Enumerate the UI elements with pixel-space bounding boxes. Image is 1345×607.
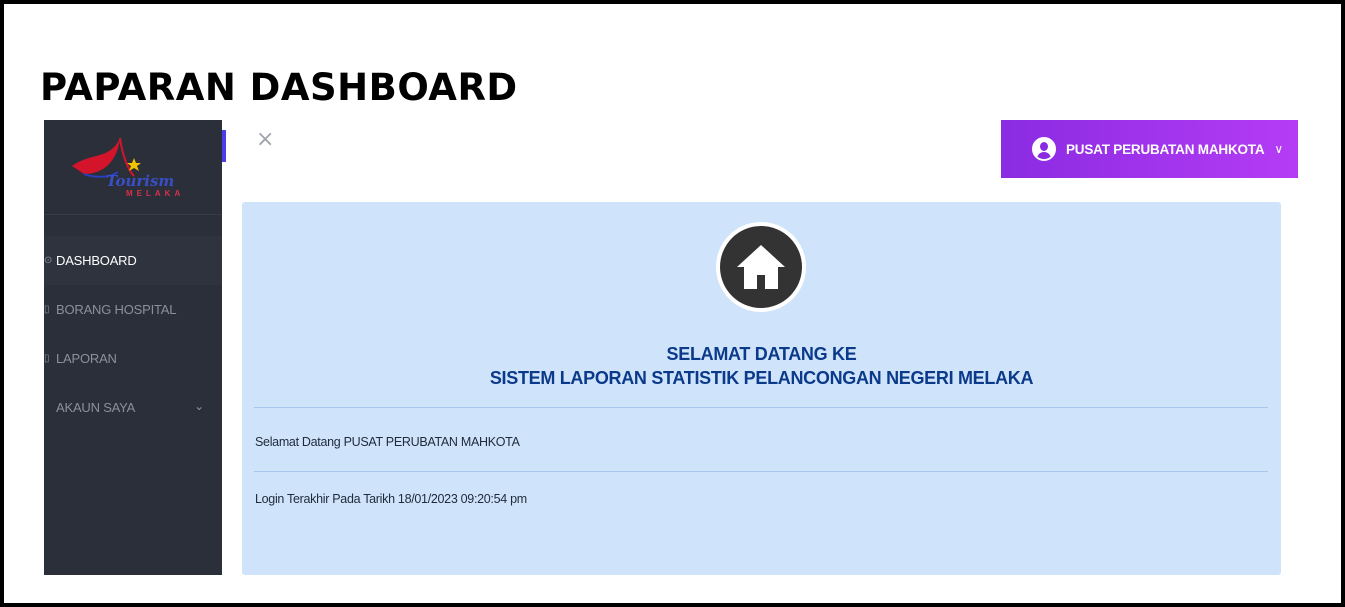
sidebar-menu: ⊙ DASHBOARD ▯ BORANG HOSPITAL ▯ LAPORAN … [44,236,222,432]
sidebar-item-label: AKAUN SAYA [56,400,136,415]
sidebar: Tourism MELAKA ⊙ DASHBOARD ▯ BORANG HOSP… [44,120,222,575]
sidebar-item-label: BORANG HOSPITAL [56,302,177,317]
divider [254,471,1268,472]
user-menu-button[interactable]: PUSAT PERUBATAN MAHKOTA ∨ [1001,120,1298,178]
sidebar-item-label: LAPORAN [56,351,117,366]
active-tab-indicator [222,130,226,162]
logo-subtext: MELAKA [126,189,185,198]
dashboard-icon: ⊙ [44,255,53,266]
welcome-title: SELAMAT DATANG KE [666,344,857,364]
page-heading: PAPARAN DASHBOARD [40,66,518,109]
sidebar-item-borang-hospital[interactable]: ▯ BORANG HOSPITAL [44,285,222,334]
user-avatar-icon [1032,137,1056,161]
chevron-down-icon: ⌄ [194,399,204,413]
sidebar-item-akaun-saya[interactable]: AKAUN SAYA ⌄ [44,383,222,432]
logo-text: Tourism [106,172,175,190]
home-icon [737,245,785,289]
welcome-card: SELAMAT DATANG KE SISTEM LAPORAN STATIST… [242,202,1281,575]
welcome-message: Selamat Datang PUSAT PERUBATAN MAHKOTA [255,435,520,449]
system-title: SISTEM LAPORAN STATISTIK PELANCONGAN NEG… [489,368,1034,388]
screenshot-frame: PAPARAN DASHBOARD Tourism MELAKA ⊙ DASHB… [0,0,1345,607]
logo[interactable]: Tourism MELAKA [44,120,222,215]
close-icon[interactable]: × [256,128,274,152]
report-icon: ▯ [44,353,50,364]
chevron-down-icon: ∨ [1274,142,1284,156]
last-login-info: Login Terakhir Pada Tarikh 18/01/2023 09… [255,492,527,506]
home-icon-badge [716,222,806,312]
sidebar-item-dashboard[interactable]: ⊙ DASHBOARD [44,236,222,285]
form-icon: ▯ [44,304,50,315]
sidebar-item-label: DASHBOARD [56,253,137,268]
divider [254,407,1268,408]
sidebar-item-laporan[interactable]: ▯ LAPORAN [44,334,222,383]
user-name: PUSAT PERUBATAN MAHKOTA [1066,141,1265,157]
